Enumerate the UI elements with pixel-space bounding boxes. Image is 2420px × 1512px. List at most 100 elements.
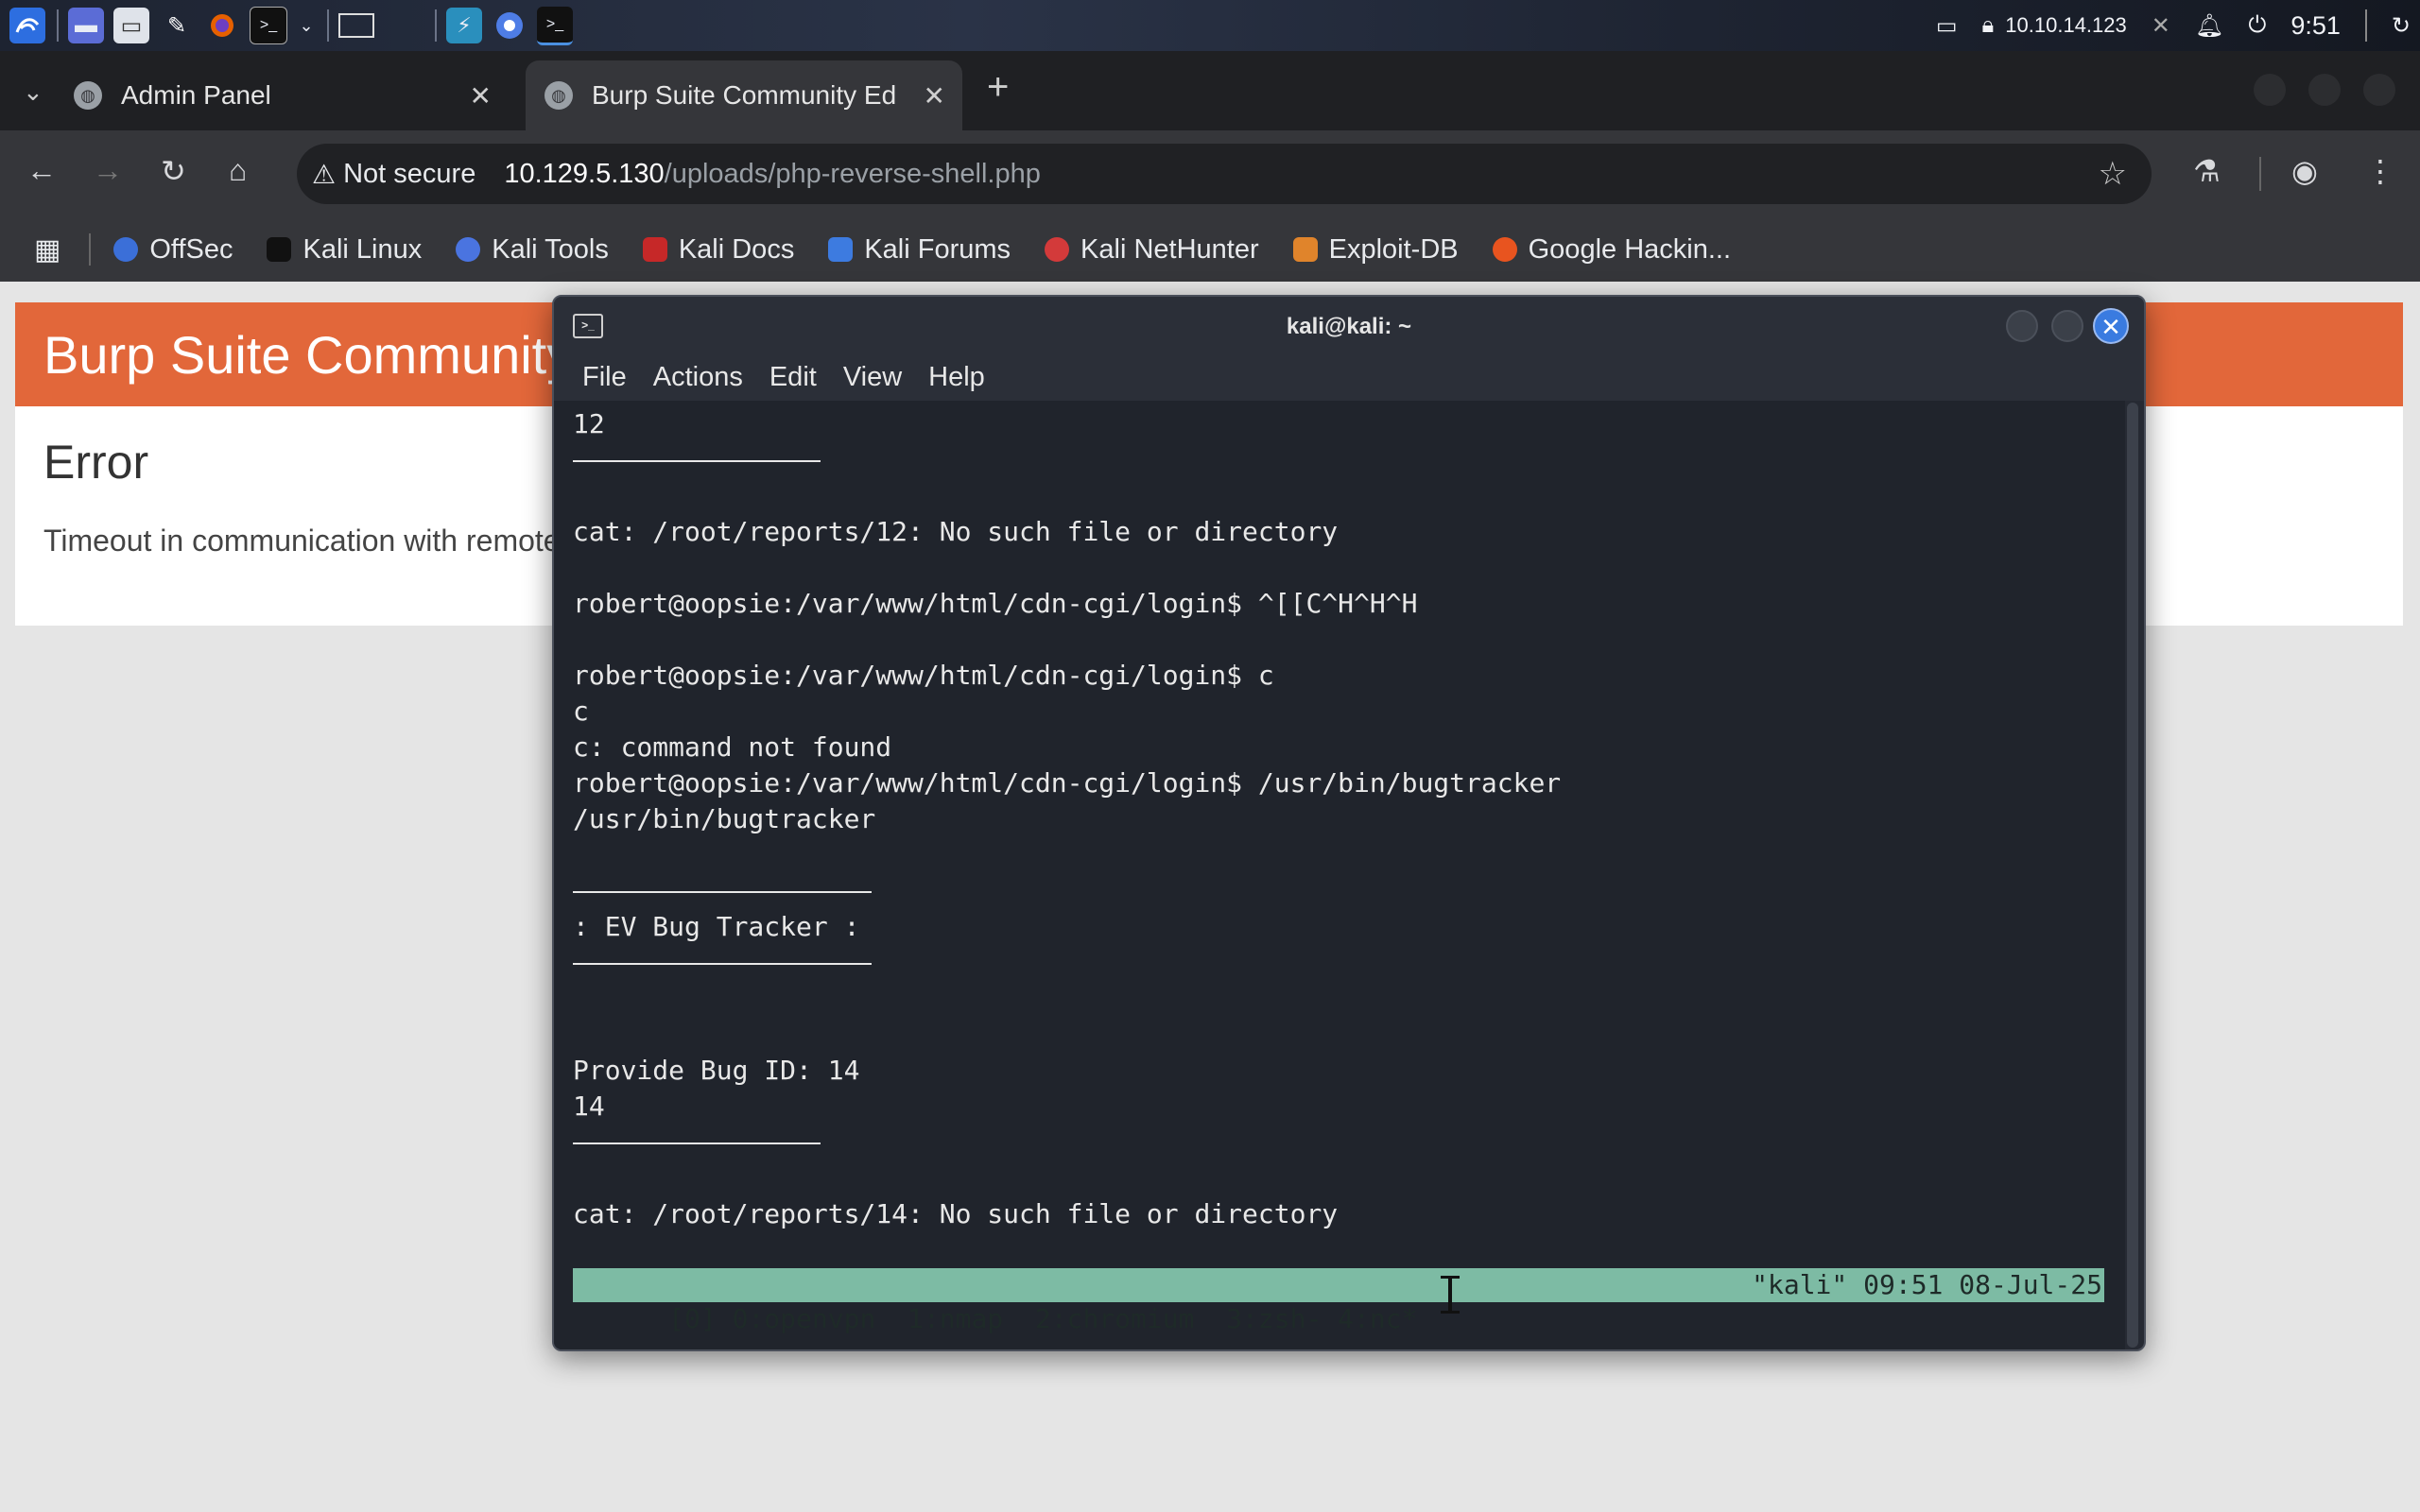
bookmark-kali-nethunter[interactable]: Kali NetHunter — [1045, 234, 1259, 266]
menu-view[interactable]: View — [843, 362, 902, 393]
text-editor-icon[interactable]: ✎ — [159, 8, 195, 43]
url-host[interactable]: 10.129.5.130 — [504, 159, 664, 190]
kali-tools-icon — [456, 237, 481, 262]
bookmarks-separator — [89, 233, 92, 266]
bookmark-kali-docs[interactable]: Kali Docs — [642, 234, 794, 266]
chromium-icon[interactable] — [492, 8, 527, 43]
terminal-close-button[interactable]: ✕ — [2093, 308, 2129, 344]
tab-burp-suite[interactable]: ◍ Burp Suite Community Ed ✕ — [526, 60, 962, 130]
new-tab-button[interactable]: + — [987, 66, 1009, 109]
terminal-line — [573, 442, 1561, 478]
warning-icon[interactable]: ⚠ — [312, 159, 336, 190]
clock[interactable]: 9:51 — [2290, 11, 2341, 41]
network-lock-icon[interactable]: 🔒︎ — [1982, 12, 1995, 39]
bookmark-kali-forums[interactable]: Kali Forums — [828, 234, 1011, 266]
terminal-menubar: File Actions Edit View Help — [554, 353, 2144, 401]
star-icon[interactable]: ☆ — [2099, 155, 2127, 193]
kebab-menu-icon[interactable]: ⋮ — [2365, 153, 2395, 189]
terminal-line: c — [573, 694, 1561, 730]
tab-search-icon[interactable]: ⌄ — [23, 77, 43, 107]
bookmark-google-hacking[interactable]: Google Hackin... — [1492, 234, 1731, 266]
maximize-button[interactable] — [2308, 74, 2341, 106]
back-icon[interactable]: ← — [26, 153, 57, 188]
power-icon[interactable]: ⏻ — [2248, 12, 2266, 39]
kali-docs-icon — [642, 237, 667, 262]
firefox-icon[interactable] — [204, 8, 240, 43]
tab-title: Admin Panel — [121, 80, 271, 110]
display-icon[interactable]: ▭ — [1936, 12, 1958, 40]
tab-admin-panel[interactable]: ◍ Admin Panel ✕ — [74, 60, 509, 130]
terminal-line: robert@oopsie:/var/www/html/cdn-cgi/logi… — [573, 658, 1561, 694]
nethunter-icon — [1045, 237, 1070, 262]
google-hacking-icon — [1492, 237, 1517, 262]
address-bar[interactable]: ⚠ Not secure 10.129.5.130 /uploads/php-r… — [297, 144, 2152, 204]
terminal-titlebar[interactable]: >_ kali@kali: ~ ✕ — [554, 297, 2144, 353]
bookmark-exploit-db[interactable]: Exploit-DB — [1292, 234, 1459, 266]
bookmark-kali-tools[interactable]: Kali Tools — [456, 234, 609, 266]
file-manager-icon[interactable]: ▭ — [113, 8, 149, 43]
burp-icon[interactable]: ⚡ — [446, 8, 482, 43]
menu-actions[interactable]: Actions — [653, 362, 743, 393]
terminal-scrollbar[interactable] — [2127, 403, 2138, 1348]
tmux-windows: [0] 0:openvpn 1:nmap 2:chromium 3:zsh- 4… — [668, 1303, 1418, 1334]
refresh-session-icon[interactable]: ↻ — [2392, 12, 2411, 40]
url-path[interactable]: /uploads/php-reverse-shell.php — [665, 159, 1041, 190]
menu-edit[interactable]: Edit — [769, 362, 817, 393]
terminal-window[interactable]: >_ kali@kali: ~ ✕ File Actions Edit View… — [552, 295, 2146, 1351]
workspace-icon[interactable] — [338, 8, 424, 43]
chevron-down-icon[interactable]: ⌄ — [297, 8, 316, 43]
menu-help[interactable]: Help — [928, 362, 985, 393]
menu-file[interactable]: File — [582, 362, 627, 393]
tab-title: Burp Suite Community Ed — [592, 80, 897, 110]
minimize-button[interactable] — [2254, 74, 2286, 106]
terminal-line-text: robert@oopsie:/var/www/html/cdn-cgi/logi… — [573, 588, 1418, 619]
terminal-icon[interactable]: >_ — [250, 7, 287, 44]
terminal-line: /usr/bin/bugtracker — [573, 801, 1561, 837]
bell-icon[interactable]: 🔔︎ — [2195, 12, 2223, 40]
terminal-line: : EV Bug Tracker : — [573, 909, 1561, 945]
close-icon[interactable]: ✕ — [924, 80, 945, 112]
profile-icon[interactable]: ◉ — [2291, 153, 2318, 189]
bookmark-kali-linux[interactable]: Kali Linux — [267, 234, 422, 266]
terminal-line: 12 — [573, 406, 1561, 442]
terminal-line: Provide Bug ID: 14 — [573, 1053, 1561, 1089]
terminal-line-text: /usr/bin/bugtracker — [573, 803, 876, 834]
toolbar-separator — [2259, 157, 2261, 191]
panel-separator — [327, 9, 329, 42]
kali-forums-icon — [828, 237, 854, 262]
terminal-line: robert@oopsie:/var/www/html/cdn-cgi/logi… — [573, 586, 1561, 622]
reload-icon[interactable]: ↻ — [161, 153, 186, 189]
network-ip: 10.10.14.123 — [2005, 13, 2127, 37]
panel-separator — [57, 9, 59, 42]
security-label[interactable]: Not secure — [343, 159, 475, 190]
labs-icon[interactable]: ⚗ — [2193, 153, 2221, 189]
mute-icon[interactable]: ✕ — [2152, 12, 2170, 40]
terminal-line-text: cat: /root/reports/14: No such file or d… — [573, 1198, 1339, 1229]
terminal-line: robert@oopsie:/var/www/html/cdn-cgi/logi… — [573, 765, 1561, 801]
close-icon[interactable]: ✕ — [470, 80, 492, 112]
desktop-icon[interactable]: ▬ — [68, 8, 104, 43]
forward-icon[interactable]: → — [93, 153, 123, 188]
terminal-line-text: c — [573, 696, 589, 727]
terminal-active-icon[interactable]: >_ — [537, 6, 573, 45]
globe-icon: ◍ — [74, 81, 102, 110]
terminal-output[interactable]: 12 cat: /root/reports/12: No such file or… — [573, 406, 1561, 1304]
terminal-screen[interactable]: 12 cat: /root/reports/12: No such file or… — [554, 401, 2125, 1349]
terminal-maximize-button[interactable] — [2051, 310, 2083, 342]
kali-menu-icon[interactable] — [9, 8, 45, 43]
terminal-minimize-button[interactable] — [2006, 310, 2038, 342]
apps-grid-icon[interactable]: ▦ — [34, 233, 60, 266]
home-icon[interactable]: ⌂ — [229, 153, 247, 188]
bookmark-offsec[interactable]: OffSec — [113, 234, 233, 266]
terminal-rule — [573, 460, 821, 462]
terminal-line-text: Provide Bug ID: 14 — [573, 1055, 860, 1086]
terminal-line — [573, 1125, 1561, 1160]
terminal-line-text: : EV Bug Tracker : — [573, 911, 860, 942]
close-window-button[interactable] — [2363, 74, 2395, 106]
